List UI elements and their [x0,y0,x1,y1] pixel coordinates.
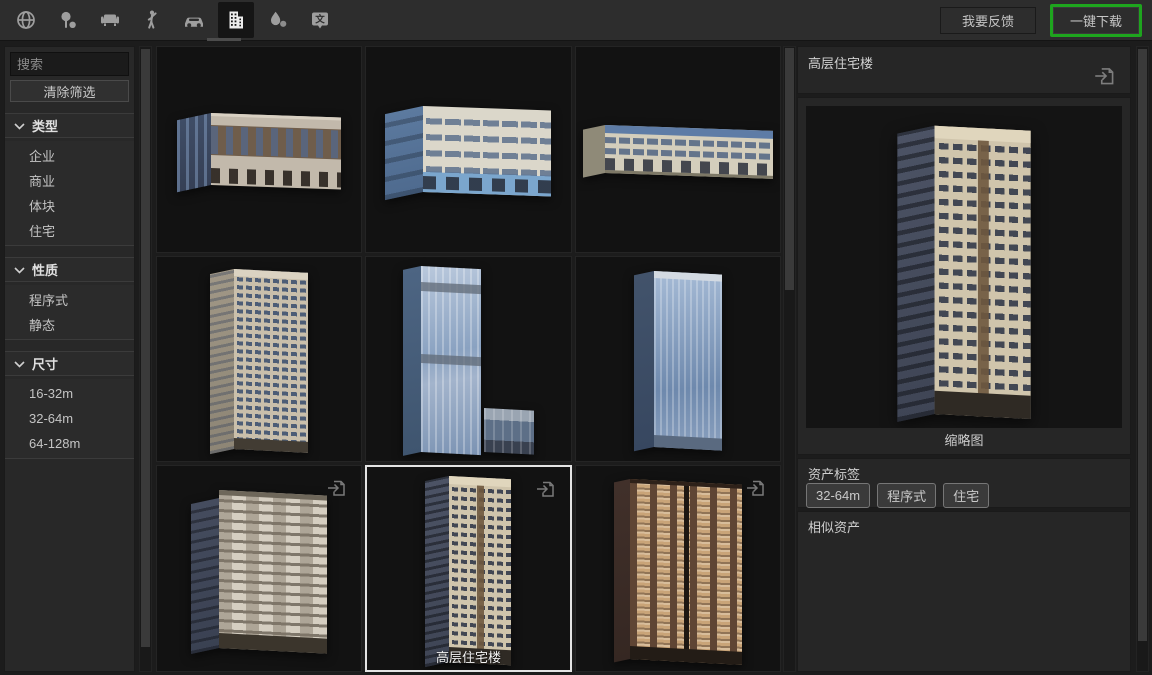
tab-building[interactable] [218,2,254,38]
toolbar-actions: 我要反馈 一键下载 [940,4,1152,37]
building-thumbnail-art [583,125,773,173]
details-title: 高层住宅楼 [808,53,873,72]
grid-scrollbar[interactable] [783,46,796,672]
asset-cell-office-midrise[interactable] [156,46,362,253]
filter-section-label: 性质 [32,260,58,279]
building-thumbnail-art [403,266,534,452]
toolbar: 文 我要反馈 一键下载 [0,0,1152,41]
tab-sign[interactable]: 文 [302,2,338,38]
feedback-button[interactable]: 我要反馈 [940,7,1036,34]
svg-text:文: 文 [314,14,325,26]
person-icon [140,8,164,32]
tab-character[interactable] [134,2,170,38]
filter-section-size: 尺寸 16-32m 32-64m 64-128m [5,351,134,459]
filter-items: 程序式 静态 [5,285,134,340]
building-thumbnail-art [210,269,308,449]
preview-image [806,106,1122,428]
building-preview-art [897,126,1030,414]
sign-icon: 文 [308,8,332,32]
vegetation-icon [56,8,80,32]
filter-section-type: 类型 企业 商业 体块 住宅 [5,113,134,246]
tab-water[interactable] [260,2,296,38]
export-asset-icon[interactable] [534,477,558,501]
filter-item-static[interactable]: 静态 [5,312,134,337]
filter-items: 企业 商业 体块 住宅 [5,141,134,246]
building-thumbnail-art [191,490,327,648]
tag-chip-procedural[interactable]: 程序式 [877,483,936,508]
asset-tags-list: 32-64m 程序式 住宅 [806,483,989,508]
asset-cell-twin-towers[interactable] [575,465,781,672]
tag-chip-residential[interactable]: 住宅 [943,483,989,508]
sidebar-scrollbar-thumb[interactable] [141,49,150,647]
details-scrollbar-thumb[interactable] [1138,49,1147,641]
building-thumbnail-art [177,113,341,185]
asset-cell-residential-slab[interactable] [156,465,362,672]
filter-item-residential[interactable]: 住宅 [5,218,134,243]
building-thumbnail-art [634,271,722,447]
droplet-icon [266,8,290,32]
car-icon [181,8,207,32]
similar-assets-label: 相似资产 [808,517,860,536]
download-highlight-frame: 一键下载 [1050,4,1142,37]
filter-section-header-type[interactable]: 类型 [5,113,134,138]
similar-assets-panel: 相似资产 [797,511,1131,672]
details-scrollbar[interactable] [1136,46,1149,672]
one-click-download-button[interactable]: 一键下载 [1053,7,1139,34]
chevron-down-icon [14,262,25,277]
splitter-grip[interactable] [207,38,241,41]
filter-section-nature: 性质 程序式 静态 [5,257,134,340]
tag-chip-size[interactable]: 32-64m [806,483,870,508]
building-thumbnail-art [385,106,551,192]
filter-item-commercial[interactable]: 商业 [5,168,134,193]
export-asset-icon[interactable] [325,476,349,500]
preview-panel: 缩略图 [797,97,1131,455]
export-asset-icon[interactable] [1092,63,1118,89]
filter-item-procedural[interactable]: 程序式 [5,287,134,312]
details-header-panel: 高层住宅楼 [797,46,1131,94]
sofa-icon [98,8,122,32]
category-tabs: 文 [0,2,338,38]
asset-tags-panel: 资产标签 32-64m 程序式 住宅 [797,458,1131,508]
grid-scrollbar-thumb[interactable] [785,48,794,290]
search-input[interactable] [10,52,129,76]
asset-cell-industrial-hall[interactable] [575,46,781,253]
filter-sidebar: 清除筛选 类型 企业 商业 体块 住宅 性质 程序式 静态 尺寸 16-32m [4,46,135,672]
chevron-down-icon [14,356,25,371]
building-icon [224,8,248,32]
tab-globe[interactable] [8,2,44,38]
tab-vehicle[interactable] [176,2,212,38]
chevron-down-icon [14,118,25,133]
filter-items: 16-32m 32-64m 64-128m [5,379,134,459]
thumbnail-caption: 缩略图 [798,430,1130,449]
export-asset-icon[interactable] [744,476,768,500]
asset-grid: 高层住宅楼 [156,46,781,672]
asset-tags-label: 资产标签 [808,464,860,483]
tab-props[interactable] [92,2,128,38]
asset-cell-white-block[interactable] [365,46,571,253]
tab-vegetation[interactable] [50,2,86,38]
asset-cell-glass-tower-podium[interactable] [365,256,571,463]
clear-filters-button[interactable]: 清除筛选 [10,80,129,102]
asset-cell-glass-tower[interactable] [575,256,781,463]
filter-item-32-64m[interactable]: 32-64m [5,406,134,431]
sidebar-scrollbar[interactable] [139,46,152,672]
asset-cell-stone-tower[interactable] [156,256,362,463]
filter-section-header-size[interactable]: 尺寸 [5,351,134,376]
building-thumbnail-art [614,479,742,659]
filter-item-64-128m[interactable]: 64-128m [5,431,134,456]
filter-item-16-32m[interactable]: 16-32m [5,381,134,406]
building-thumbnail-art [425,476,511,662]
asset-cell-highrise-residential[interactable]: 高层住宅楼 [365,465,571,672]
filter-section-label: 尺寸 [32,354,58,373]
filter-section-label: 类型 [32,116,58,135]
filter-item-enterprise[interactable]: 企业 [5,143,134,168]
filter-section-header-nature[interactable]: 性质 [5,257,134,282]
globe-icon [14,8,38,32]
filter-item-massing[interactable]: 体块 [5,193,134,218]
